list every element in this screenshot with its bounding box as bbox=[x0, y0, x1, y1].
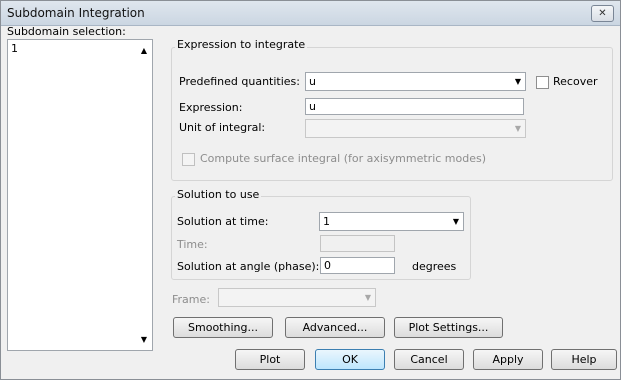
solution-at-time-label: Solution at time: bbox=[177, 215, 269, 228]
chevron-down-icon: ▼ bbox=[514, 124, 521, 133]
title-bar[interactable]: Subdomain Integration ✕ bbox=[1, 1, 620, 26]
list-item[interactable]: 1 bbox=[11, 42, 18, 55]
scroll-up-icon[interactable]: ▲ bbox=[141, 46, 147, 55]
expression-label: Expression: bbox=[179, 101, 243, 114]
angle-input[interactable]: 0 bbox=[320, 257, 395, 274]
solution-group-title: Solution to use bbox=[175, 188, 262, 201]
subdomain-list-scrollbar[interactable]: ▲ ▼ bbox=[135, 40, 152, 350]
predefined-quantities-label: Predefined quantities: bbox=[179, 75, 300, 88]
angle-unit-label: degrees bbox=[412, 260, 457, 273]
cancel-button[interactable]: Cancel bbox=[394, 349, 464, 370]
surface-integral-checkbox[interactable] bbox=[182, 153, 195, 166]
frame-label: Frame: bbox=[172, 293, 210, 306]
plot-settings-button[interactable]: Plot Settings... bbox=[394, 317, 503, 338]
ok-button[interactable]: OK bbox=[315, 349, 385, 370]
predefined-quantities-select[interactable]: u ▼ bbox=[305, 72, 526, 91]
solution-at-time-select[interactable]: 1 ▼ bbox=[319, 212, 464, 231]
help-button[interactable]: Help bbox=[551, 349, 617, 370]
recover-label: Recover bbox=[553, 75, 598, 88]
plot-button[interactable]: Plot bbox=[235, 349, 305, 370]
expression-input[interactable]: u bbox=[305, 98, 524, 115]
chevron-down-icon: ▼ bbox=[514, 77, 521, 86]
close-icon: ✕ bbox=[598, 8, 607, 19]
angle-label: Solution at angle (phase): bbox=[177, 260, 320, 273]
chevron-down-icon: ▼ bbox=[452, 217, 459, 226]
advanced-button[interactable]: Advanced... bbox=[285, 317, 385, 338]
frame-select[interactable]: ▼ bbox=[218, 288, 376, 307]
chevron-down-icon: ▼ bbox=[364, 293, 371, 302]
scroll-down-icon[interactable]: ▼ bbox=[141, 335, 147, 344]
close-button[interactable]: ✕ bbox=[591, 5, 614, 22]
predefined-quantities-value: u bbox=[309, 75, 316, 88]
recover-checkbox[interactable] bbox=[536, 76, 549, 89]
expression-group-title: Expression to integrate bbox=[175, 38, 308, 51]
window-title: Subdomain Integration bbox=[7, 6, 145, 20]
apply-button[interactable]: Apply bbox=[473, 349, 543, 370]
solution-at-time-value: 1 bbox=[323, 215, 330, 228]
time-label: Time: bbox=[177, 238, 208, 251]
subdomain-list[interactable]: 1 ▲ ▼ bbox=[7, 39, 153, 351]
surface-integral-label: Compute surface integral (for axisymmetr… bbox=[200, 152, 487, 165]
unit-of-integral-label: Unit of integral: bbox=[179, 121, 266, 134]
smoothing-button[interactable]: Smoothing... bbox=[173, 317, 273, 338]
unit-of-integral-select[interactable]: ▼ bbox=[305, 119, 526, 138]
time-input[interactable] bbox=[320, 235, 395, 252]
subdomain-selection-label: Subdomain selection: bbox=[7, 25, 126, 38]
dialog-window: Subdomain Integration ✕ Subdomain select… bbox=[0, 0, 621, 380]
